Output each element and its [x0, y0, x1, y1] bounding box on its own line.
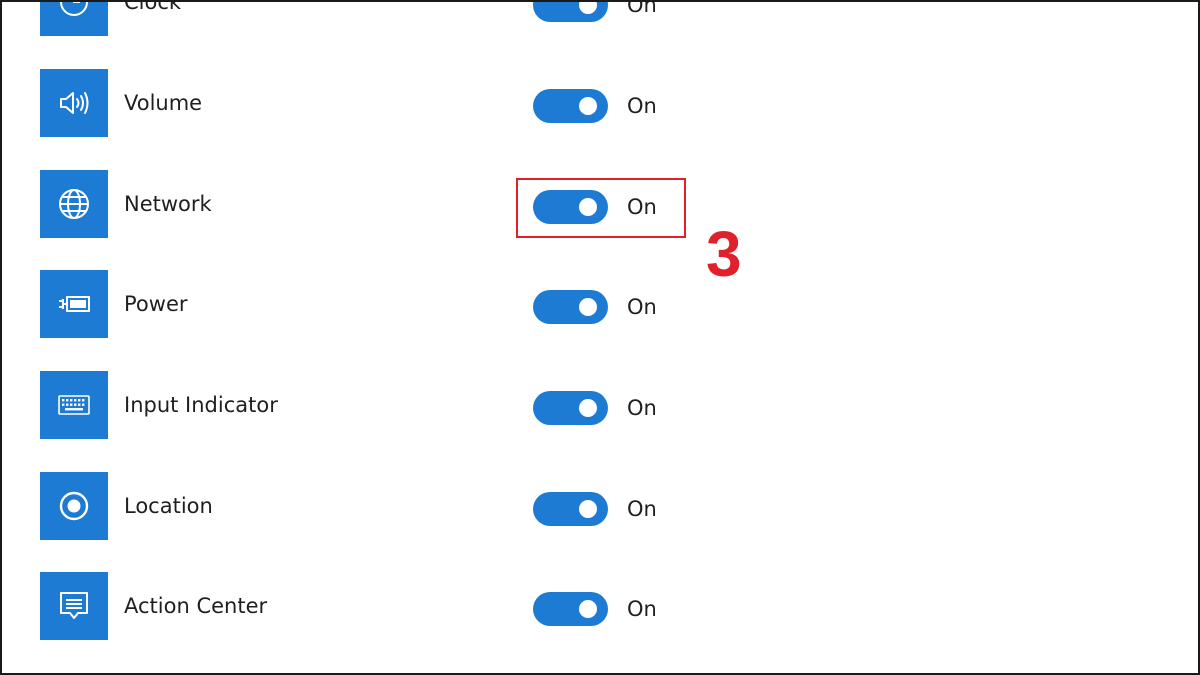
keyboard-icon: [40, 371, 108, 439]
toggle-knob: [579, 399, 597, 417]
volume-toggle[interactable]: [533, 89, 608, 123]
setting-row-location: Location On: [2, 472, 1198, 540]
step-number-annotation: 3: [706, 218, 742, 290]
toggle-knob: [579, 600, 597, 618]
location-toggle-state: On: [627, 497, 657, 521]
setting-row-clock: Clock On: [2, 0, 1198, 36]
setting-label-input-indicator: Input Indicator: [124, 393, 278, 417]
setting-label-volume: Volume: [124, 91, 203, 115]
clock-toggle-state: On: [627, 0, 657, 17]
volume-icon: [40, 69, 108, 137]
power-toggle[interactable]: [533, 290, 608, 324]
toggle-knob: [579, 2, 597, 14]
setting-label-action-center: Action Center: [124, 594, 268, 618]
setting-label-location: Location: [124, 494, 213, 518]
action-center-toggle-state: On: [627, 597, 657, 621]
input-indicator-toggle-state: On: [627, 396, 657, 420]
setting-row-action-center: Action Center On: [2, 572, 1198, 640]
clock-icon: [40, 2, 108, 36]
volume-toggle-state: On: [627, 94, 657, 118]
location-icon: [40, 472, 108, 540]
location-toggle[interactable]: [533, 492, 608, 526]
setting-label-clock: Clock: [124, 0, 182, 14]
input-indicator-toggle[interactable]: [533, 391, 608, 425]
clock-toggle[interactable]: [533, 2, 608, 22]
toggle-knob: [579, 298, 597, 316]
toggle-knob: [579, 97, 597, 115]
system-icons-settings-panel: Clock On Volume On Network On Power On I…: [0, 0, 1200, 675]
setting-label-power: Power: [124, 292, 188, 316]
network-toggle-highlight-box: [516, 178, 686, 238]
toggle-knob: [579, 500, 597, 518]
setting-label-network: Network: [124, 192, 212, 216]
power-toggle-state: On: [627, 295, 657, 319]
setting-row-volume: Volume On: [2, 69, 1198, 137]
globe-icon: [40, 170, 108, 238]
action-center-icon: [40, 572, 108, 640]
battery-plug-icon: [40, 270, 108, 338]
action-center-toggle[interactable]: [533, 592, 608, 626]
setting-row-power: Power On: [2, 270, 1198, 338]
setting-row-input-indicator: Input Indicator On: [2, 371, 1198, 439]
